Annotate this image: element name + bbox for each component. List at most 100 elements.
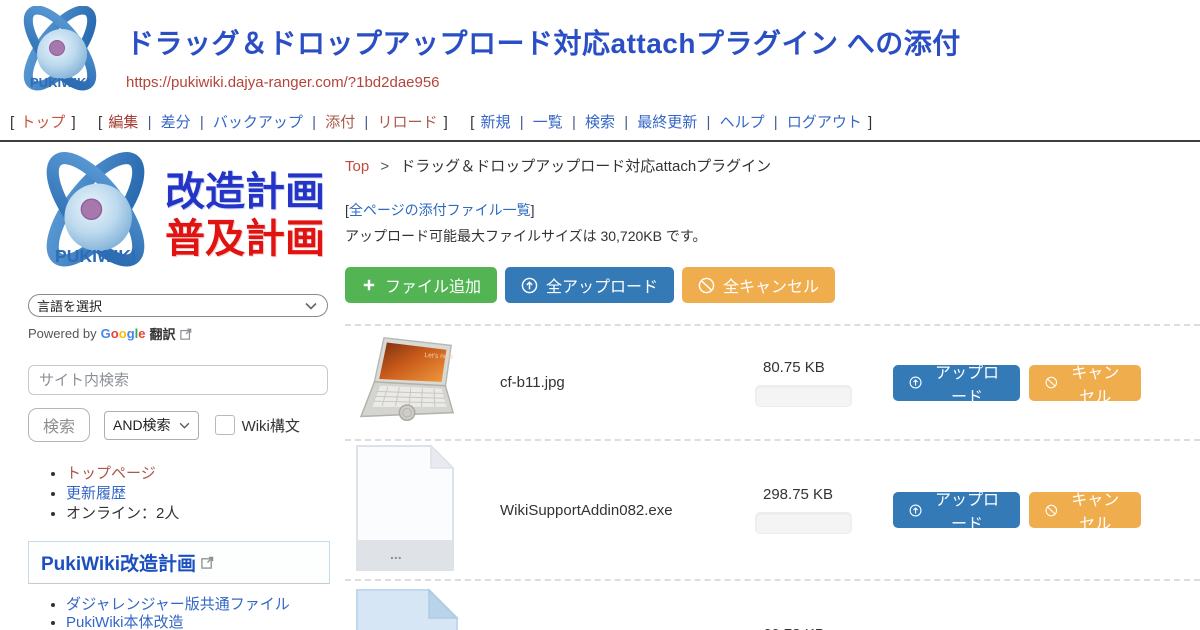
nav-link-diff[interactable]: 差分 [161, 114, 191, 131]
cancel-button[interactable]: キャンセル [1029, 365, 1141, 401]
html-file-icon: </> [355, 588, 459, 630]
bracket: ] [531, 202, 535, 218]
nav-link-help[interactable]: ヘルプ [720, 114, 765, 131]
list-item: トップページ [66, 464, 330, 483]
breadcrumb-home-link[interactable]: Top [345, 158, 369, 175]
svg-text:PUKIWIKI: PUKIWIKI [55, 246, 136, 266]
nav-link-search[interactable]: 検索 [585, 114, 615, 131]
svg-text:PUKIWIKI: PUKIWIKI [30, 75, 90, 90]
breadcrumb-separator: > [380, 158, 389, 175]
top-navigation: [ トップ ] [ 編集 | 差分 | バックアップ | 添付 | リロード ]… [0, 105, 1200, 140]
nav-link-recent[interactable]: 最終更新 [637, 114, 697, 131]
upload-button[interactable]: アップロード [893, 365, 1020, 401]
ban-icon [1045, 374, 1058, 391]
nav-link-backup[interactable]: バックアップ [213, 114, 303, 131]
separator: | [520, 114, 524, 131]
nav-link-attach[interactable]: 添付 [325, 114, 355, 131]
upload-circle-icon [521, 277, 538, 294]
sidebar-plugin-links: ダジャレンジャー版共通ファイル PukiWiki本体改造 PukiWikiテキス… [66, 596, 330, 630]
file-size: 60.78 KB [755, 626, 875, 630]
page-header: PUKIWIKI ドラッグ＆ドロップアップロード対応attachプラグイン への… [0, 0, 1200, 105]
sidebar-site-logo[interactable]: PUKIWIKI 改造計画 普及計画 [28, 152, 330, 280]
logo-text-fukyu: 普及計画 [165, 216, 325, 263]
separator: | [148, 114, 152, 131]
ban-icon [1045, 502, 1058, 519]
main-content: Top > ドラッグ＆ドロップアップロード対応attachプラグイン [全ページ… [345, 142, 1200, 630]
cancel-button[interactable]: キャンセル [1029, 492, 1141, 528]
search-mode-select[interactable]: AND検索 [104, 411, 199, 440]
all-attachments-link[interactable]: 全ページの添付ファイル一覧 [349, 202, 531, 218]
online-count: オンライン：2人 [66, 505, 179, 522]
sidebar-link-toppage[interactable]: トップページ [66, 465, 156, 482]
atom-logo-icon: PUKIWIKI [10, 6, 110, 100]
add-file-button[interactable]: ファイル追加 [345, 267, 497, 303]
search-button[interactable]: 検索 [28, 408, 90, 442]
nav-link-new[interactable]: 新規 [481, 114, 511, 131]
sidebar-link-common-files[interactable]: ダジャレンジャー版共通ファイル [66, 596, 290, 613]
translate-label: 翻訳 [150, 324, 176, 343]
page-title: ドラッグ＆ドロップアップロード対応attachプラグイン への添付 [126, 22, 961, 62]
plus-icon [361, 277, 377, 293]
generic-file-icon: ... [355, 444, 455, 572]
upload-queue: Let's note cf-b11.jpg [345, 324, 1200, 630]
breadcrumb: Top > ドラッグ＆ドロップアップロード対応attachプラグイン [345, 155, 1200, 176]
google-logo-text: Google [101, 326, 146, 341]
svg-text:...: ... [390, 546, 402, 562]
chevron-down-icon [305, 302, 317, 310]
upload-progress-bar [755, 512, 852, 534]
bracket: ] [72, 114, 76, 131]
wiki-syntax-checkbox[interactable] [215, 415, 235, 435]
wiki-syntax-label: Wiki構文 [242, 415, 300, 436]
atom-logo-icon: PUKIWIKI [28, 152, 163, 280]
nav-link-reload[interactable]: リロード [377, 114, 437, 131]
ban-icon [698, 277, 715, 294]
logo-text-kaizo: 改造計画 [165, 169, 325, 216]
nav-link-list[interactable]: 一覧 [533, 114, 563, 131]
language-select[interactable]: 言語を選択 [28, 294, 328, 317]
cancel-all-button[interactable]: 全キャンセル [682, 267, 835, 303]
list-item: PukiWiki本体改造 [66, 614, 330, 630]
separator: | [364, 114, 368, 131]
google-letter: g [127, 326, 135, 341]
separator: | [200, 114, 204, 131]
upload-all-button[interactable]: 全アップロード [505, 267, 674, 303]
google-letter: G [101, 326, 111, 341]
list-item: 更新履歴 [66, 484, 330, 503]
powered-by-google: Powered by Google 翻訳 [28, 324, 330, 343]
bracket: [ [98, 114, 102, 131]
page-url[interactable]: https://pukiwiki.dajya-ranger.com/?1bd2d… [126, 74, 961, 91]
sidebar-quick-links: トップページ 更新履歴 オンライン：2人 [66, 464, 330, 524]
sidebar: PUKIWIKI 改造計画 普及計画 言語を選択 Powered by Goog… [28, 142, 330, 630]
language-select-value: 言語を選択 [37, 296, 102, 315]
upload-toolbar: ファイル追加 全アップロード 全キャンセル [345, 267, 1200, 303]
upload-circle-icon [909, 502, 922, 519]
pukiwiki-logo[interactable]: PUKIWIKI [10, 6, 110, 105]
separator: | [774, 114, 778, 131]
file-name: cf-b11.jpg [500, 374, 755, 391]
sidebar-link-history[interactable]: 更新履歴 [66, 485, 126, 502]
nav-link-logout[interactable]: ログアウト [787, 114, 862, 131]
breadcrumb-current-page: ドラッグ＆ドロップアップロード対応attachプラグイン [400, 158, 771, 175]
sidebar-link-body-mod[interactable]: PukiWiki本体改造 [66, 614, 184, 630]
nav-link-edit[interactable]: 編集 [108, 114, 138, 131]
upload-progress-bar [755, 385, 852, 407]
nav-link-top[interactable]: トップ [20, 114, 65, 131]
bracket: ] [868, 114, 872, 131]
file-size: 80.75 KB [755, 359, 875, 376]
sidebar-link-pukiwiki-kaizo[interactable]: PukiWiki改造計画 [41, 549, 196, 576]
file-size: 298.75 KB [755, 486, 875, 503]
separator: | [706, 114, 710, 131]
upload-circle-icon [909, 374, 922, 391]
bracket: [ [470, 114, 474, 131]
list-item: オンライン：2人 [66, 504, 330, 523]
separator: | [572, 114, 576, 131]
upload-button[interactable]: アップロード [893, 492, 1020, 528]
bracket: ] [444, 114, 448, 131]
google-letter: o [111, 326, 119, 341]
chevron-down-icon [179, 422, 190, 429]
max-filesize-text: アップロード可能最大ファイルサイズは 30,720KB です。 [345, 226, 1200, 246]
bracket: [ [10, 114, 14, 131]
separator: | [624, 114, 628, 131]
laptop-photo-thumbnail: Let's note [355, 332, 461, 428]
site-search-input[interactable] [28, 365, 328, 395]
